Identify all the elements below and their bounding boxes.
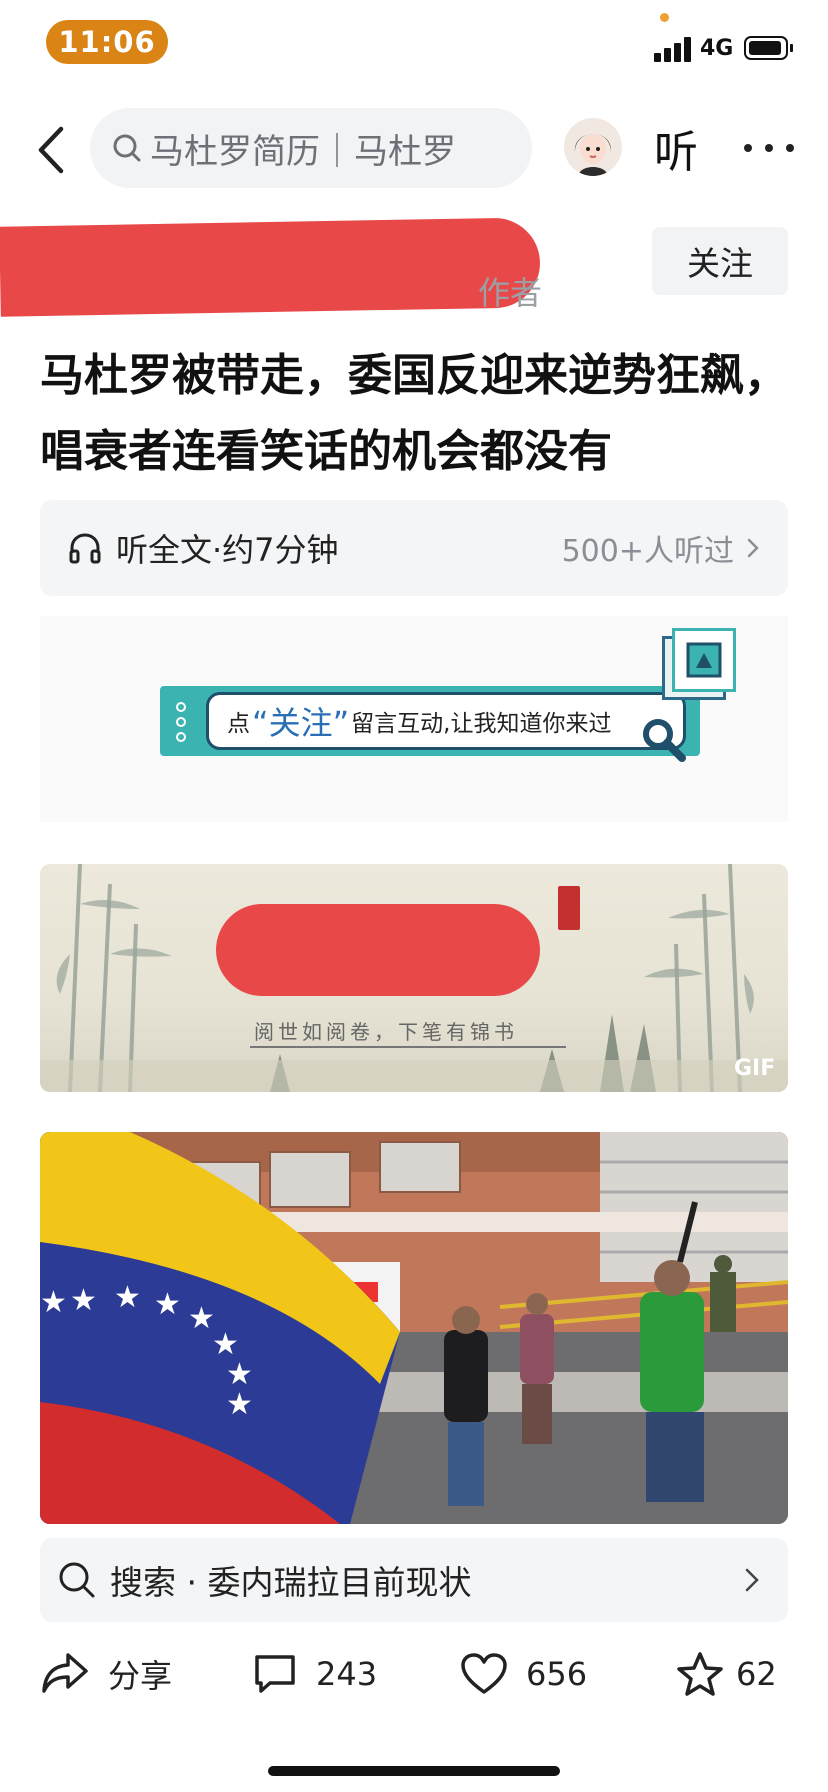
banner-prefix: 点 (227, 711, 250, 737)
listen-count: 500+人听过 (561, 534, 734, 569)
svg-text:★: ★ (114, 1280, 141, 1315)
signal-icon (654, 36, 692, 62)
search-query: 马杜罗简历｜马杜罗 (150, 131, 456, 172)
banner-card-front (672, 628, 736, 692)
comment-button[interactable]: 243 (252, 1648, 377, 1700)
image-text-redaction (216, 904, 540, 996)
heart-icon (461, 1653, 507, 1694)
star-icon (677, 1652, 723, 1696)
author-redaction (0, 217, 541, 317)
street-scene-photo: ★ ★ ★ ★ ★ ★ ★ ★ (40, 1132, 788, 1524)
avatar[interactable] (564, 118, 622, 176)
banner-dots (176, 702, 188, 742)
more-button[interactable] (744, 128, 794, 168)
caption-underline (250, 1046, 566, 1048)
article-title: 马杜罗被带走，委国反迎来逆势狂飙，唱衰者连看笑话的机会都没有 (40, 350, 788, 477)
privacy-indicator-dot (660, 13, 669, 22)
svg-text:★: ★ (154, 1287, 181, 1322)
article-photo[interactable]: ★ ★ ★ ★ ★ ★ ★ ★ (40, 1132, 788, 1524)
share-label: 分享 (108, 1657, 173, 1695)
like-button[interactable]: 656 (460, 1648, 587, 1700)
magnifier-icon (643, 719, 686, 762)
banner-suffix: 留言互动,让我知道你来过 (351, 711, 612, 737)
svg-text:★: ★ (70, 1283, 97, 1318)
comment-count: 243 (316, 1655, 378, 1693)
listen-full-text-bar[interactable]: 听全文·约7分钟 500+人听过 (40, 500, 788, 596)
svg-text:★: ★ (188, 1301, 215, 1336)
author-role: 作者 (478, 274, 543, 312)
banner-text-box: 点 “关注” 留言互动,让我知道你来过 (206, 692, 686, 750)
listen-label: 听全文·约7分钟 (116, 531, 339, 569)
favorite-count: 62 (736, 1655, 777, 1693)
share-button[interactable]: 分享 (40, 1648, 172, 1700)
related-search-text: 搜索 · 委内瑞拉目前现状 (110, 1563, 472, 1602)
back-button[interactable] (30, 120, 70, 180)
chevron-right-icon (747, 538, 759, 558)
chevron-right-icon (745, 1568, 759, 1592)
listen-button[interactable]: 听 (654, 116, 698, 180)
status-time: 11:06 (46, 20, 168, 64)
search-icon (59, 1562, 95, 1598)
comment-icon (255, 1655, 295, 1693)
svg-text:★: ★ (40, 1285, 67, 1320)
home-indicator[interactable] (268, 1766, 560, 1776)
search-icon (113, 134, 141, 162)
svg-text:★: ★ (226, 1387, 253, 1422)
triangle-icon (686, 642, 722, 678)
back-icon (38, 126, 64, 174)
network-type: 4G (700, 36, 734, 61)
gif-badge: GIF (734, 1056, 776, 1081)
avatar-illustration (564, 118, 622, 176)
more-icon (744, 144, 752, 152)
favorite-button[interactable]: 62 (676, 1648, 777, 1700)
share-icon (42, 1653, 88, 1693)
battery-icon (744, 36, 793, 60)
related-search-bar[interactable]: 搜索 · 委内瑞拉目前现状 (40, 1538, 788, 1622)
red-seal (558, 886, 580, 930)
banner-follow-word: “关注” (252, 704, 350, 742)
search-bar[interactable]: 马杜罗简历｜马杜罗 (90, 108, 532, 188)
ink-caption: 阅世如阅卷，下笔有锦书 (254, 1020, 518, 1044)
like-count: 656 (526, 1655, 588, 1693)
headphones-icon (69, 533, 101, 564)
follow-button[interactable]: 关注 (652, 227, 788, 295)
